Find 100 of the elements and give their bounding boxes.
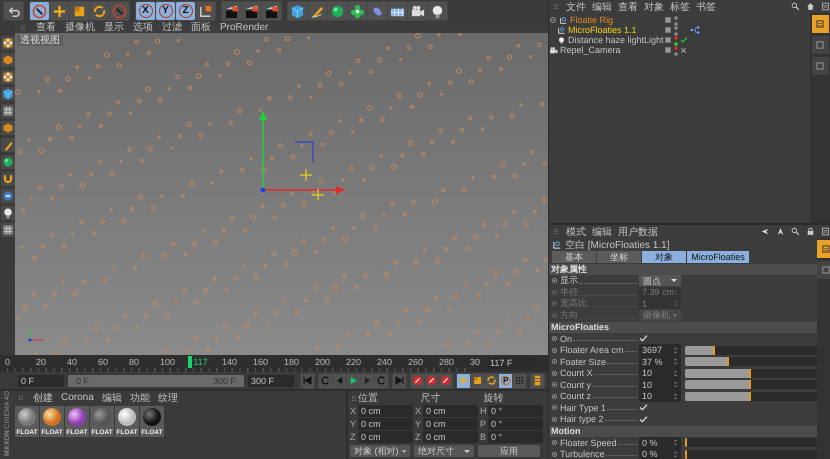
transport-button[interactable] [499,374,512,388]
menu-item[interactable]: 创建 [33,390,53,404]
tab[interactable]: 基本 [552,251,596,263]
start-frame-field[interactable]: 0 F [18,374,64,386]
number-field[interactable]: 37 % [639,356,681,368]
axis-button[interactable]: Z [176,2,195,20]
panel-tab[interactable] [817,261,830,279]
tool-button[interactable] [50,2,69,20]
tool-button[interactable] [4,2,23,20]
transport-button[interactable] [485,374,498,388]
slider-track[interactable] [685,357,817,366]
value-field[interactable]: 0 ° [488,405,543,417]
tool-button[interactable] [0,172,14,186]
dropdown[interactable]: 圆点 [639,274,681,287]
transport-button[interactable] [531,374,544,388]
check-icon[interactable] [680,36,688,44]
number-field[interactable]: 10 [639,390,681,402]
dropdown[interactable]: 绝对尺寸 [414,445,474,457]
collapse-icon[interactable] [549,16,557,24]
menu-item[interactable]: 查看 [618,0,638,14]
value-field[interactable]: 0 cm [423,431,478,443]
transport-button[interactable] [425,374,438,388]
number-field[interactable]: 3697 [639,344,681,356]
menu-item[interactable]: 文件 [566,0,586,14]
tool-button[interactable] [348,2,367,20]
playhead[interactable] [188,356,192,368]
tab[interactable]: 对象 [642,251,686,263]
value-field[interactable]: 0 cm [358,418,413,430]
menu-item[interactable]: 对象 [644,0,664,14]
tool-button[interactable] [428,2,447,20]
transport-button[interactable] [439,374,452,388]
menu-item[interactable]: 面板 [191,22,211,33]
tool-button[interactable] [0,53,14,67]
axis-button[interactable]: X [136,2,155,20]
value-field[interactable]: 0 ° [488,431,543,443]
panel-tab[interactable] [812,36,828,54]
object-name[interactable]: Repel_Camera [560,45,621,55]
tool-button[interactable] [196,2,215,20]
menu-item[interactable]: 查看 [36,22,56,33]
tool-button[interactable] [0,36,14,50]
tool-button[interactable] [0,70,14,84]
menu-item[interactable]: 纹理 [158,390,178,404]
number-field[interactable]: 10 [639,367,681,380]
menu-item[interactable]: ProRender [220,22,268,33]
transport-button[interactable] [457,374,470,388]
number-field[interactable]: 10 [639,378,681,391]
tool-button[interactable] [0,206,14,220]
tool-button[interactable] [388,2,407,20]
tool-button[interactable] [0,87,14,101]
tool-button[interactable] [0,138,14,152]
menu-item[interactable]: 模式 [566,224,586,238]
cross-icon[interactable] [680,46,687,54]
tool-button[interactable] [262,2,281,20]
tool-button[interactable] [288,2,307,20]
axis-button[interactable]: Y [156,2,175,20]
tool-button[interactable] [408,2,427,20]
menu-item[interactable]: 功能 [130,390,150,404]
tool-button[interactable] [0,223,14,237]
menu-item[interactable]: 用户数据 [618,224,658,238]
panel-tab[interactable] [812,57,828,75]
menu-item[interactable]: 显示 [104,22,124,33]
menu-item[interactable]: 编辑 [592,224,612,238]
menu-item[interactable]: 编辑 [592,0,612,14]
tool-button[interactable] [308,2,327,20]
menu-item[interactable]: 书签 [696,0,716,14]
transport-button[interactable] [347,374,360,388]
tool-button[interactable] [0,104,14,118]
tool-button[interactable] [242,2,261,20]
object-name[interactable]: MicroFloaties 1.1 [568,25,637,35]
menu-item[interactable]: Corona [61,392,94,403]
current-frame-field[interactable]: 117 F [487,357,535,369]
value-field[interactable]: 0 cm [358,431,413,443]
menu-item[interactable]: 过滤 [162,22,182,33]
panel-tab[interactable] [817,240,830,258]
tool-button[interactable] [0,155,14,169]
number-field[interactable]: 0 % [639,436,681,449]
apply-button[interactable]: 应用 [478,445,540,457]
tab[interactable]: MicroFloaties [687,251,749,263]
transport-button[interactable] [411,374,424,388]
slider-track[interactable] [685,450,817,459]
menu-item[interactable]: 标签 [670,0,690,14]
object-name[interactable]: Floatie Rig [570,15,614,25]
tool-button[interactable] [0,121,14,135]
dropdown[interactable]: 对象 (相对) [350,445,410,457]
slider-track[interactable] [685,380,817,390]
panel-tab[interactable] [812,15,828,33]
tool-button[interactable] [0,189,14,203]
tab[interactable]: 坐标 [597,251,641,263]
slider-track[interactable] [685,346,817,355]
slider-track[interactable] [685,392,817,401]
object-name[interactable]: Distance haze lightLight [568,35,664,45]
number-field[interactable]: 0 % [639,448,681,459]
value-field[interactable]: 0 cm [358,405,413,417]
menu-item[interactable]: 选项 [133,22,153,33]
value-field[interactable]: 0 ° [488,418,543,430]
value-field[interactable]: 0 cm [423,405,478,417]
tool-button[interactable] [30,2,49,20]
end-frame-field[interactable]: 300 F [248,374,294,386]
menu-item[interactable]: 编辑 [102,390,122,404]
menu-item[interactable]: 摄像机 [65,22,95,33]
